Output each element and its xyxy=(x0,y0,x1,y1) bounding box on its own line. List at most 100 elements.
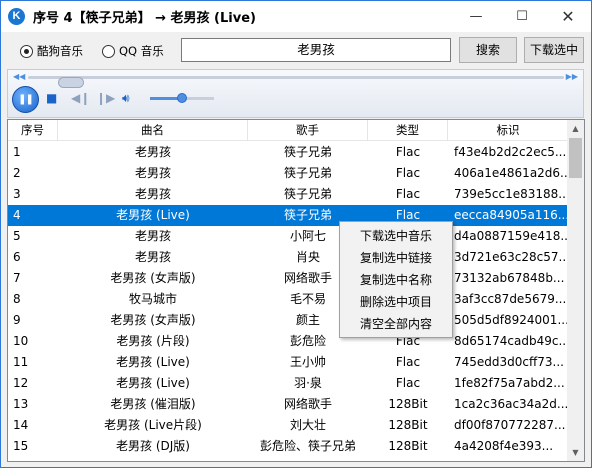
cell-id: 3d721e63c28c57... xyxy=(454,250,568,264)
cell-type: 128Bit xyxy=(388,439,428,453)
volume-thumb[interactable] xyxy=(177,93,187,103)
seek-slider[interactable] xyxy=(28,76,564,88)
table-row[interactable]: 4 老男孩 (Live) 筷子兄弟 Flac eecca84905a116... xyxy=(8,205,568,226)
cell-artist: 羽·泉 xyxy=(294,376,322,390)
cell-index: 4 xyxy=(13,208,21,222)
download-selected-button[interactable]: 下载选中 xyxy=(524,37,584,63)
cell-type: 128Bit xyxy=(388,397,428,411)
cell-artist: 筷子兄弟 xyxy=(283,187,332,201)
close-button[interactable]: ✕ xyxy=(545,1,591,32)
context-menu-item[interactable]: 清空全部内容 xyxy=(340,313,452,335)
cell-type: 128Bit xyxy=(388,418,428,432)
minimize-button[interactable]: — xyxy=(453,1,499,32)
vertical-scrollbar[interactable]: ▲ ▼ xyxy=(567,120,584,461)
cell-id: 1ca2c36ac34a2d... xyxy=(454,397,568,411)
table-row[interactable]: 9老男孩 (女声版)颜主Flac505d5df8924001... xyxy=(8,310,568,331)
cell-title: 老男孩 xyxy=(134,187,171,201)
column-header-title[interactable]: 曲名 xyxy=(58,120,248,141)
scroll-down-icon[interactable]: ▼ xyxy=(567,444,584,461)
table-row[interactable]: 1 老男孩 筷子兄弟 Flac f43e4b2d2c2ec5... xyxy=(8,142,568,163)
table-row[interactable]: 2 老男孩 筷子兄弟 Flac 406a1e4861a2d6... xyxy=(8,163,568,184)
source-qq-radio[interactable]: QQ 音乐 xyxy=(102,43,164,59)
column-header-id[interactable]: 标识 xyxy=(448,120,568,141)
cell-title: 老男孩 (女声版) xyxy=(110,313,196,327)
table-row[interactable]: 15 老男孩 (DJ版) 彭危险、筷子兄弟 128Bit 4a4208f4e393... xyxy=(8,436,568,457)
seek-forward-icon[interactable]: ▶▶ xyxy=(566,72,578,81)
cell-index: 13 xyxy=(13,397,29,411)
context-menu-item[interactable]: 删除选中项目 xyxy=(340,291,452,313)
cell-type: Flac xyxy=(395,187,421,201)
column-header-type[interactable]: 类型 xyxy=(368,120,448,141)
table-row[interactable]: 6老男孩肖央Flac3d721e63c28c57... xyxy=(8,247,568,268)
cell-id: 745edd3d0cff73... xyxy=(454,355,564,369)
cell-title: 老男孩 (Live片段) xyxy=(104,418,202,432)
title-bar: K 序号 4【筷子兄弟】 → 老男孩 (Live) — ☐ ✕ xyxy=(1,1,591,32)
table-row[interactable]: 11 老男孩 (Live) 王小帅 Flac 745edd3d0cff73... xyxy=(8,352,568,373)
source-kugou-label: 酷狗音乐 xyxy=(37,44,83,58)
radio-checked-icon xyxy=(20,44,33,58)
cell-index: 2 xyxy=(13,166,21,180)
volume-slider[interactable] xyxy=(150,93,214,103)
cell-index: 12 xyxy=(13,376,29,390)
cell-title: 老男孩 (女声版) xyxy=(110,271,196,285)
cell-title: 老男孩 xyxy=(134,166,171,180)
cell-id: 406a1e4861a2d6... xyxy=(454,166,568,180)
search-input[interactable]: 老男孩 xyxy=(181,38,451,62)
cell-id: 3af3cc87de5679... xyxy=(454,292,567,306)
cell-index: 7 xyxy=(13,271,21,285)
pause-icon[interactable]: ❚❚ xyxy=(12,86,39,113)
column-header-index[interactable]: 序号 xyxy=(8,120,58,141)
cell-title: 老男孩 xyxy=(134,145,171,159)
context-menu-item[interactable]: 下载选中音乐 xyxy=(340,225,452,247)
cell-title: 老男孩 (Live) xyxy=(116,355,190,369)
seek-thumb[interactable] xyxy=(58,77,84,88)
results-table: 序号 曲名 歌手 类型 标识 1 老男孩 筷子兄弟 Flac f43e4b2d2c2ec… xyxy=(7,119,585,462)
scroll-thumb[interactable] xyxy=(569,138,582,178)
next-icon[interactable]: ❙▶ xyxy=(96,91,115,105)
cell-id: 739e5cc1e83188... xyxy=(454,187,568,201)
cell-artist: 彭危险、筷子兄弟 xyxy=(259,439,356,453)
cell-title: 老男孩 (片段) xyxy=(116,334,190,348)
table-body: 1 老男孩 筷子兄弟 Flac f43e4b2d2c2ec5... 2 老男孩 筷子兄弟 Fla… xyxy=(8,142,568,457)
table-row[interactable]: 5老男孩小阿七Flacd4a0887159e418... xyxy=(8,226,568,247)
cell-artist: 筷子兄弟 xyxy=(283,166,332,180)
context-menu-item[interactable]: 复制选中链接 xyxy=(340,247,452,269)
app-logo-icon: K xyxy=(8,8,25,25)
cell-index: 1 xyxy=(13,145,21,159)
cell-id: 73132ab67848b... xyxy=(454,271,565,285)
cell-id: d4a0887159e418... xyxy=(454,229,568,243)
window-title: 序号 4【筷子兄弟】 → 老男孩 (Live) xyxy=(33,11,256,26)
volume-icon[interactable]: 🔊︎ xyxy=(122,91,130,105)
column-header-artist[interactable]: 歌手 xyxy=(248,120,368,141)
scroll-up-icon[interactable]: ▲ xyxy=(567,120,584,137)
cell-index: 9 xyxy=(13,313,21,327)
cell-index: 8 xyxy=(13,292,21,306)
cell-title: 老男孩 (DJ版) xyxy=(116,439,190,453)
cell-index: 3 xyxy=(13,187,21,201)
cell-type: Flac xyxy=(395,355,421,369)
app-window: K 序号 4【筷子兄弟】 → 老男孩 (Live) — ☐ ✕ 酷狗音乐 QQ … xyxy=(0,0,592,468)
table-row[interactable]: 8牧马城市毛不易Flac3af3cc87de5679... xyxy=(8,289,568,310)
cell-index: 10 xyxy=(13,334,29,348)
radio-unchecked-icon xyxy=(102,44,115,58)
search-button[interactable]: 搜索 xyxy=(459,37,517,63)
source-kugou-radio[interactable]: 酷狗音乐 xyxy=(20,43,83,59)
maximize-button[interactable]: ☐ xyxy=(499,1,545,32)
previous-icon[interactable]: ◀❙ xyxy=(71,91,90,105)
table-row[interactable]: 13 老男孩 (催泪版) 网络歌手 128Bit 1ca2c36ac34a2d... xyxy=(8,394,568,415)
cell-title: 老男孩 (Live) xyxy=(116,208,190,222)
context-menu: 下载选中音乐 复制选中链接 复制选中名称 删除选中项目 清空全部内容 xyxy=(339,221,453,338)
context-menu-item[interactable]: 复制选中名称 xyxy=(340,269,452,291)
cell-artist: 刘大壮 xyxy=(289,418,326,432)
table-row[interactable]: 10 老男孩 (片段) 彭危险 Flac 8d65174cadb49c... xyxy=(8,331,568,352)
table-header: 序号 曲名 歌手 类型 标识 xyxy=(8,120,568,141)
table-row[interactable]: 7老男孩 (女声版)网络歌手Flac73132ab67848b... xyxy=(8,268,568,289)
table-row[interactable]: 3 老男孩 筷子兄弟 Flac 739e5cc1e83188... xyxy=(8,184,568,205)
cell-artist: 筷子兄弟 xyxy=(283,145,332,159)
table-row[interactable]: 14 老男孩 (Live片段) 刘大壮 128Bit df00f870772287... xyxy=(8,415,568,436)
stop-icon[interactable]: ■ xyxy=(46,91,57,105)
seek-back-icon[interactable]: ◀◀ xyxy=(13,72,25,81)
table-row[interactable]: 12 老男孩 (Live) 羽·泉 Flac 1fe82f75a7abd2... xyxy=(8,373,568,394)
cell-index: 15 xyxy=(13,439,29,453)
cell-title: 老男孩 (Live) xyxy=(116,376,190,390)
